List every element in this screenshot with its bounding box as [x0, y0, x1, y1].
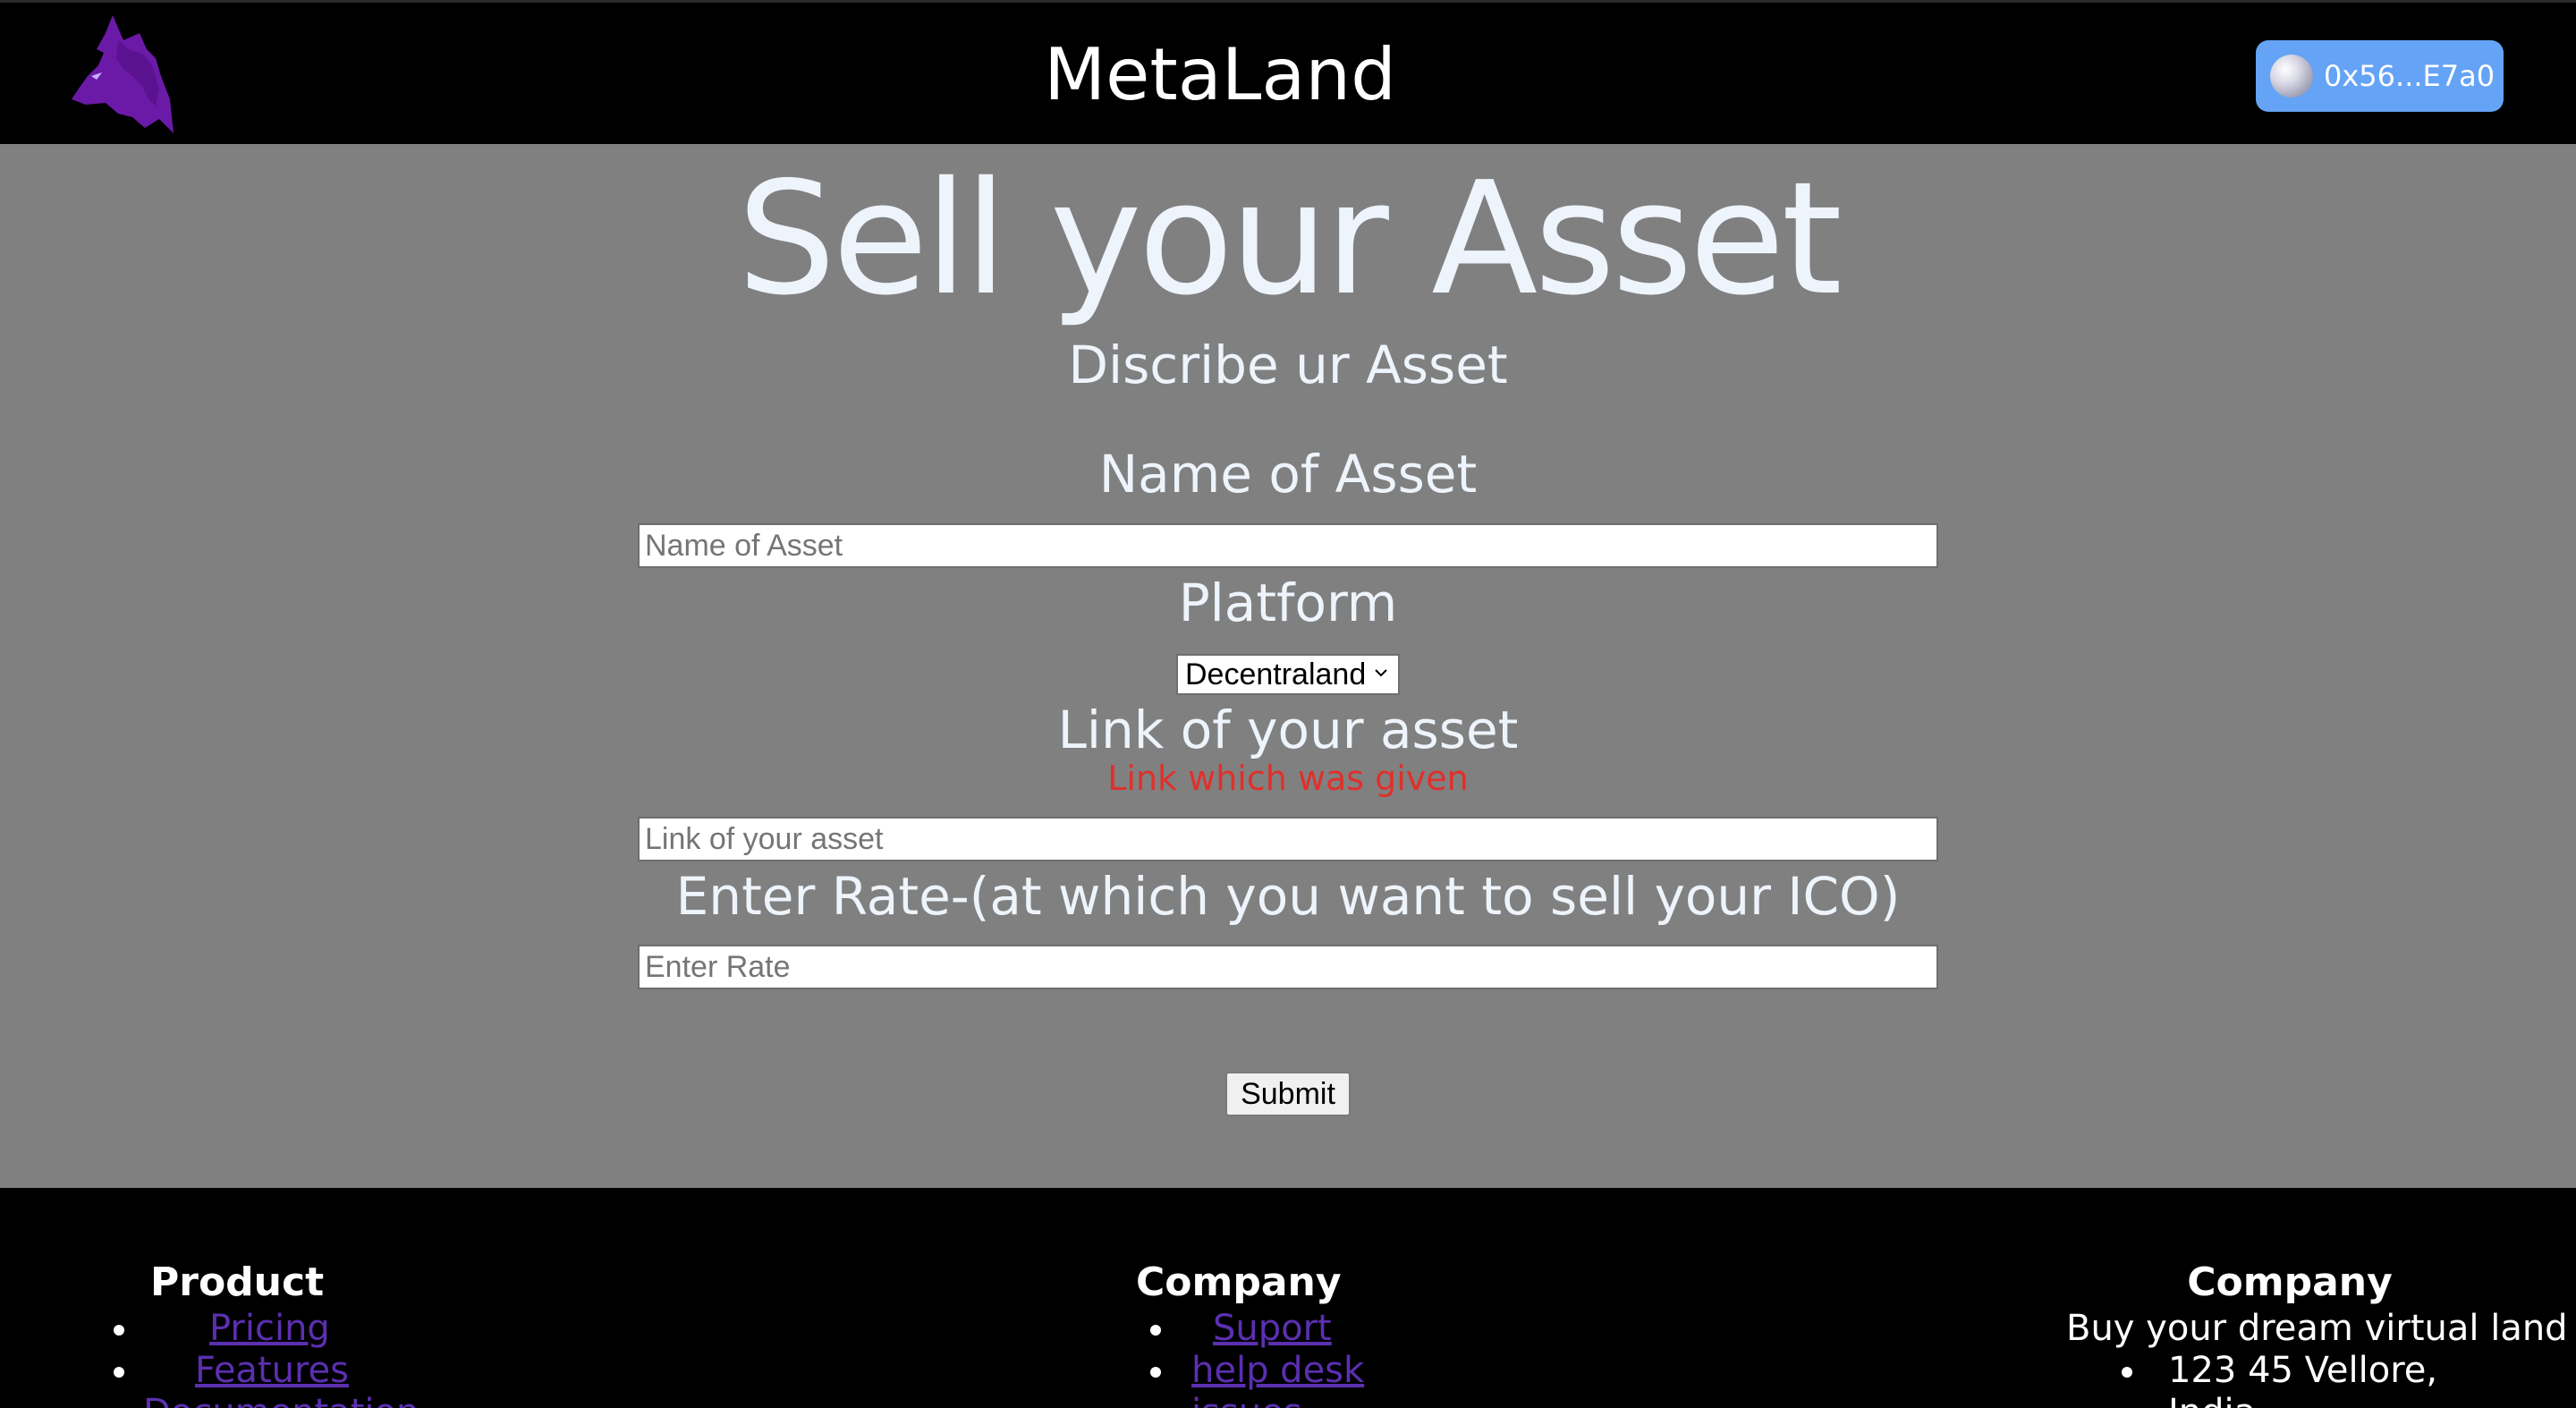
pricing-link[interactable]: Pricing — [209, 1308, 330, 1349]
list-item: Suport — [1136, 1308, 1422, 1350]
bullet-icon — [114, 1367, 124, 1378]
link-of-asset-input[interactable] — [638, 817, 1938, 861]
features-link[interactable]: Features — [195, 1350, 349, 1391]
wallet-button[interactable]: 0x56...E7a0 — [2256, 40, 2504, 112]
sell-asset-section: Sell your Asset Discribe ur Asset Name o… — [0, 144, 2576, 1188]
bullet-icon — [1150, 1367, 1161, 1378]
footer-company-list: Suport help desk issues — [1136, 1308, 1422, 1408]
submit-button[interactable]: Submit — [1225, 1072, 1351, 1116]
enter-rate-input[interactable] — [638, 945, 1938, 989]
footer-company-heading: Company — [1136, 1260, 1342, 1305]
page-title: Sell your Asset — [737, 148, 1843, 330]
footer-company-info-heading: Company — [2187, 1260, 2393, 1305]
list-item: Documentation — [107, 1392, 419, 1408]
footer-company-info-column: Company Buy your dream virtual land 123 … — [2066, 1260, 2568, 1408]
footer-product-heading: Product — [150, 1260, 325, 1305]
site-title: MetaLand — [1044, 33, 1396, 116]
link-of-asset-label: Link of your asset — [1057, 700, 1519, 760]
support-link[interactable]: Suport — [1213, 1308, 1332, 1349]
name-of-asset-label: Name of Asset — [1098, 444, 1478, 505]
footer-product-list: Pricing Features Documentation — [107, 1308, 419, 1408]
list-item: 123 45 Vellore, India — [2066, 1350, 2513, 1408]
footer-address: 123 45 Vellore, India — [2168, 1350, 2438, 1408]
list-item: issues — [1136, 1392, 1422, 1408]
platform-selected-value: Decentraland — [1185, 657, 1367, 691]
bullet-icon — [1150, 1325, 1161, 1336]
platform-label: Platform — [1178, 573, 1398, 633]
chevron-down-icon — [1375, 669, 1387, 677]
bullet-icon — [2122, 1367, 2132, 1378]
footer-address-list: 123 45 Vellore, India — [2066, 1350, 2513, 1408]
help-desk-link[interactable]: help desk — [1191, 1350, 1364, 1391]
list-item: Features — [107, 1350, 358, 1392]
documentation-link[interactable]: Documentation — [143, 1392, 419, 1408]
issues-link[interactable]: issues — [1191, 1392, 1302, 1408]
footer: Product Pricing Features Documentation C… — [0, 1188, 2576, 1408]
name-of-asset-input[interactable] — [638, 523, 1938, 568]
wallet-avatar — [2270, 55, 2313, 98]
footer-company-links-column: Company Suport help desk issues — [1136, 1263, 1422, 1408]
list-item: help desk — [1136, 1350, 1422, 1392]
bullet-icon — [114, 1325, 124, 1336]
enter-rate-label: Enter Rate-(at which you want to sell yo… — [675, 866, 1901, 927]
footer-product-column: Product Pricing Features Documentation — [107, 1260, 419, 1408]
top-navbar: MetaLand 0x56...E7a0 — [0, 0, 2576, 144]
footer-tagline: Buy your dream virtual land — [2066, 1308, 2568, 1349]
link-hint-text: Link which was given — [1107, 759, 1469, 798]
wallet-address: 0x56...E7a0 — [2324, 59, 2496, 93]
list-item: Pricing — [107, 1308, 358, 1350]
page-subtitle: Discribe ur Asset — [1068, 335, 1508, 395]
platform-select[interactable]: Decentraland — [1176, 654, 1400, 695]
